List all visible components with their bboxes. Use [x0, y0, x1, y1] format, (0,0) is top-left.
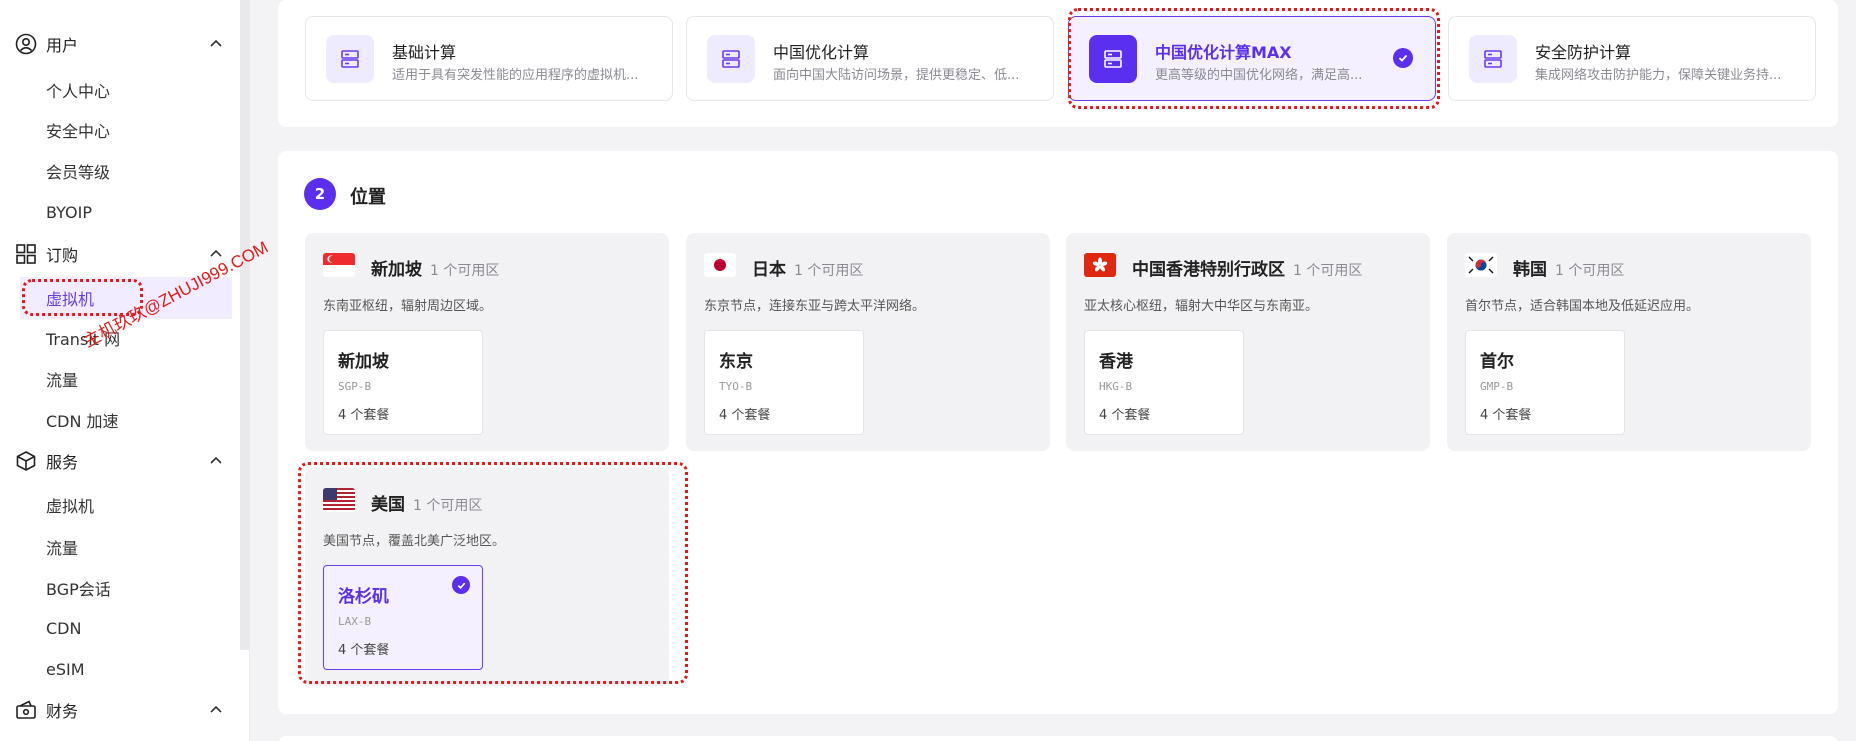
korea-flag-icon: [1465, 253, 1497, 277]
region-desc: 亚太核心枢纽，辐射大中华区与东南亚。: [1084, 299, 1319, 314]
compute-type-card-basic[interactable]: 基础计算 适用于具有突发性能的应用程序的虚拟机...: [305, 16, 673, 101]
city-plan-count: 4 个套餐: [719, 408, 771, 423]
sidebar-item-cdn-accel[interactable]: CDN 加速: [46, 405, 119, 435]
region-desc: 东南亚枢纽，辐射周边区域。: [323, 299, 493, 314]
region-card-japan: 日本 1 个可用区 东京节点，连接东亚与跨太平洋网络。 东京 TYO-B 4 个套…: [686, 233, 1050, 451]
compute-type-card-security[interactable]: 安全防护计算 集成网络攻击防护能力，保障关键业务持...: [1448, 16, 1816, 101]
region-name: 韩国: [1513, 260, 1547, 280]
city-card-hongkong[interactable]: 香港 HKG-B 4 个套餐: [1084, 330, 1244, 435]
compute-type-name: 中国优化计算: [773, 43, 870, 62]
compute-type-name: 基础计算: [392, 43, 457, 62]
sidebar-group-title: 用户: [46, 36, 79, 55]
compute-type-desc: 适用于具有突发性能的应用程序的虚拟机...: [392, 68, 639, 83]
city-card-singapore[interactable]: 新加坡 SGP-B 4 个套餐: [323, 330, 483, 435]
region-desc: 首尔节点，适合韩国本地及低延迟应用。: [1465, 299, 1700, 314]
sidebar-group-title: 订购: [46, 246, 79, 265]
chevron-up-icon[interactable]: [208, 702, 224, 718]
server-icon: [707, 35, 755, 83]
sidebar-item-service-vm[interactable]: 虚拟机: [46, 490, 94, 520]
sidebar-scrollbar[interactable]: [240, 0, 250, 650]
compute-type-desc: 集成网络攻击防护能力，保障关键业务持...: [1535, 68, 1782, 83]
region-zone-count: 1 个可用区: [1555, 263, 1625, 279]
sidebar-item-byoip[interactable]: BYOIP: [46, 197, 92, 227]
region-desc: 东京节点，连接东亚与跨太平洋网络。: [704, 299, 926, 314]
sidebar-group-title: 服务: [46, 453, 79, 472]
sidebar-group-service[interactable]: 服务: [14, 443, 224, 479]
city-plan-count: 4 个套餐: [1480, 408, 1532, 423]
sidebar-item-bgp[interactable]: BGP会话: [46, 573, 111, 603]
sidebar-item-service-traffic[interactable]: 流量: [46, 532, 78, 562]
sidebar-group-finance[interactable]: 财务: [14, 692, 224, 728]
server-icon: [326, 35, 374, 83]
chevron-up-icon[interactable]: [208, 453, 224, 469]
sidebar-group-user[interactable]: 用户: [14, 26, 224, 62]
region-name: 中国香港特别行政区: [1132, 260, 1285, 280]
sidebar: 用户 个人中心 安全中心 会员等级 BYOIP 订购 虚拟机 Transit 网…: [0, 0, 250, 741]
sidebar-item-order-traffic[interactable]: 流量: [46, 364, 78, 394]
region-card-singapore: 新加坡 1 个可用区 东南亚枢纽，辐射周边区域。 新加坡 SGP-B 4 个套餐: [305, 233, 669, 451]
region-zone-count: 1 个可用区: [794, 263, 864, 279]
city-name: 新加坡: [338, 352, 389, 372]
sidebar-item-membership[interactable]: 会员等级: [46, 156, 110, 186]
region-zone-count: 1 个可用区: [1293, 263, 1363, 279]
annotation-highlight-region-usa: [298, 462, 688, 684]
region-card-hongkong: 中国香港特别行政区 1 个可用区 亚太核心枢纽，辐射大中华区与东南亚。 香港 HK…: [1066, 233, 1430, 451]
city-plan-count: 4 个套餐: [338, 408, 390, 423]
annotation-highlight-compute-type: [1068, 8, 1440, 109]
city-card-tokyo[interactable]: 东京 TYO-B 4 个套餐: [704, 330, 864, 435]
city-name: 首尔: [1480, 352, 1514, 372]
compute-type-card-china-opt[interactable]: 中国优化计算 面向中国大陆访问场景，提供更稳定、低...: [686, 16, 1054, 101]
compute-type-panel: 基础计算 适用于具有突发性能的应用程序的虚拟机... 中国优化计算 面向中国大陆…: [278, 0, 1838, 127]
compute-type-desc: 面向中国大陆访问场景，提供更稳定、低...: [773, 68, 1020, 83]
server-icon: [1469, 35, 1517, 83]
city-code: SGP-B: [338, 380, 372, 393]
city-card-seoul[interactable]: 首尔 GMP-B 4 个套餐: [1465, 330, 1625, 435]
sidebar-item-profile[interactable]: 个人中心: [46, 75, 110, 105]
city-code: GMP-B: [1480, 380, 1514, 393]
city-code: HKG-B: [1099, 380, 1133, 393]
region-name: 新加坡: [371, 260, 422, 280]
hongkong-flag-icon: [1084, 253, 1116, 277]
city-code: TYO-B: [719, 380, 753, 393]
wallet-icon: [14, 698, 38, 722]
singapore-flag-icon: [323, 253, 355, 277]
sidebar-group-title: 财务: [46, 702, 79, 721]
chevron-up-icon[interactable]: [208, 36, 224, 52]
grid-icon: [14, 242, 38, 266]
user-icon: [14, 32, 38, 56]
region-name: 日本: [752, 260, 786, 280]
compute-type-name: 安全防护计算: [1535, 43, 1632, 62]
sidebar-item-esim[interactable]: eSIM: [46, 654, 85, 684]
step-title: 位置: [350, 187, 386, 208]
city-plan-count: 4 个套餐: [1099, 408, 1151, 423]
step-number-badge: 2: [304, 178, 336, 210]
japan-flag-icon: [704, 253, 736, 277]
box-icon: [14, 449, 38, 473]
sidebar-item-security[interactable]: 安全中心: [46, 115, 110, 145]
city-name: 东京: [719, 352, 753, 372]
region-zone-count: 1 个可用区: [430, 263, 500, 279]
sidebar-item-cdn[interactable]: CDN: [46, 613, 81, 643]
region-card-korea: 韩国 1 个可用区 首尔节点，适合韩国本地及低延迟应用。 首尔 GMP-B 4 个…: [1447, 233, 1811, 451]
next-step-panel: [278, 736, 1838, 741]
sidebar-group-order[interactable]: 订购: [14, 236, 224, 272]
city-name: 香港: [1099, 352, 1133, 372]
